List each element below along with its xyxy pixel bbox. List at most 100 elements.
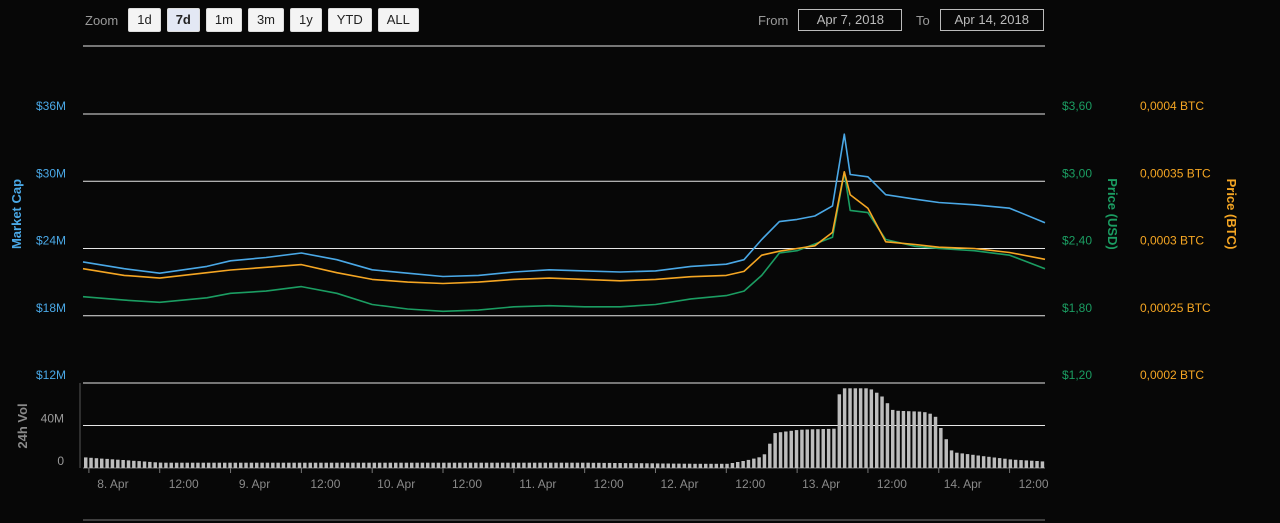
volume-bar (527, 462, 532, 468)
x-tick-label: 12:00 (169, 477, 199, 491)
price-usd-tick-label: $3,60 (1062, 99, 1092, 113)
volume-bar (907, 411, 911, 468)
volume-bar (292, 462, 296, 468)
volume-bar (255, 462, 259, 468)
volume-bar (559, 462, 564, 468)
volume-bar (516, 462, 521, 468)
series-line-price-usd (82, 171, 1046, 313)
volume-bar (474, 462, 478, 468)
volume-bar (431, 462, 435, 468)
volume-bar (126, 460, 131, 468)
volume-bar (736, 462, 740, 468)
volume-bar (410, 462, 414, 468)
volume-bar (971, 454, 975, 468)
volume-bar (404, 462, 409, 468)
x-tick-label: 12. Apr (660, 477, 698, 491)
volume-bar (955, 452, 959, 468)
volume-bar (426, 462, 430, 468)
volume-bar (538, 462, 542, 468)
volume-bar (297, 462, 302, 468)
price-btc-tick-label: 0,0004 BTC (1140, 99, 1204, 113)
volume-bar (361, 462, 366, 468)
volume-bar (479, 462, 483, 468)
x-tick-label: 10. Apr (377, 477, 415, 491)
volume-bar (639, 463, 644, 468)
volume-bar (741, 461, 745, 468)
volume-bar (196, 462, 200, 468)
volume-bar (549, 462, 553, 468)
volume-bar (757, 457, 761, 468)
volume-bar (212, 462, 216, 468)
volume-bar (249, 462, 254, 468)
price-btc-tick-label: 0,0002 BTC (1140, 368, 1204, 382)
volume-bar (634, 463, 638, 468)
volume-bar (158, 462, 163, 468)
volume-bar (816, 429, 820, 468)
volume-bar (260, 462, 264, 468)
volume-bar (116, 459, 120, 468)
volume-bar (666, 463, 670, 468)
x-tick-label: 11. Apr (519, 477, 556, 491)
volume-bar (794, 430, 799, 468)
volume-bar (313, 462, 318, 468)
volume-bar (693, 463, 697, 469)
volume-bar (746, 459, 751, 468)
x-tick-label: 12:00 (310, 477, 340, 491)
volume-bar (650, 463, 654, 468)
price-btc-tick-label: 0,0003 BTC (1140, 234, 1204, 248)
volume-bar (522, 462, 526, 468)
volume-bar (864, 388, 868, 468)
volume-bar (725, 463, 729, 469)
market-cap-tick-label: $18M (36, 301, 66, 315)
volume-bar (704, 463, 708, 469)
volume-bar (388, 462, 393, 468)
series-layer (82, 133, 1046, 313)
series-line-market-cap (82, 133, 1046, 278)
volume-bar (324, 462, 328, 468)
volume-bar (110, 459, 115, 468)
volume-bar (629, 463, 633, 468)
price-btc-axis-title: Price (BTC) (1224, 179, 1239, 250)
volume-tick-label: 40M (41, 412, 64, 426)
volume-bar (933, 416, 938, 468)
volume-bar (1003, 458, 1007, 468)
volume-bar (506, 462, 510, 468)
volume-bar (447, 462, 451, 468)
volume-bar (709, 463, 713, 469)
volume-bar (94, 458, 99, 468)
volume-bar (869, 389, 874, 468)
volume-bar (500, 462, 505, 468)
market-cap-tick-label: $30M (36, 166, 66, 180)
volume-tick-label: 0 (57, 454, 64, 468)
volume-bar (468, 462, 473, 468)
volume-bar (399, 462, 403, 468)
volume-bar (190, 462, 195, 468)
price-usd-axis-title: Price (USD) (1105, 178, 1120, 250)
volume-bar (142, 461, 147, 468)
volume-bar (597, 462, 601, 468)
volume-bar (89, 457, 93, 468)
volume-bar (340, 462, 344, 468)
price-usd-tick-label: $1,20 (1062, 368, 1092, 382)
volume-bar (581, 462, 585, 468)
volume-bar (1030, 460, 1034, 468)
volume-bar (570, 462, 574, 468)
volume-bar (84, 457, 88, 468)
price-usd-tick-label: $3,00 (1062, 166, 1092, 180)
volume-bar (495, 462, 499, 468)
volume-bar (271, 462, 275, 468)
volume-bar (415, 462, 419, 468)
volume-bar (490, 462, 494, 468)
volume-bar (607, 462, 612, 468)
volume-bar (169, 462, 173, 468)
volume-bar (554, 462, 558, 468)
volume-bar (848, 388, 852, 468)
volume-bar (1040, 461, 1045, 468)
volume-bar (768, 443, 772, 468)
volume-bar (789, 430, 793, 468)
axis-layer: $12M $18M $24M $30M $36M $1,20 $1,80 $2,40 $3,00… (9, 99, 1239, 491)
price-usd-tick-label: $1,80 (1062, 301, 1092, 315)
volume-bar (875, 392, 879, 468)
market-cap-tick-label: $24M (36, 234, 66, 248)
volume-bar (303, 462, 307, 468)
